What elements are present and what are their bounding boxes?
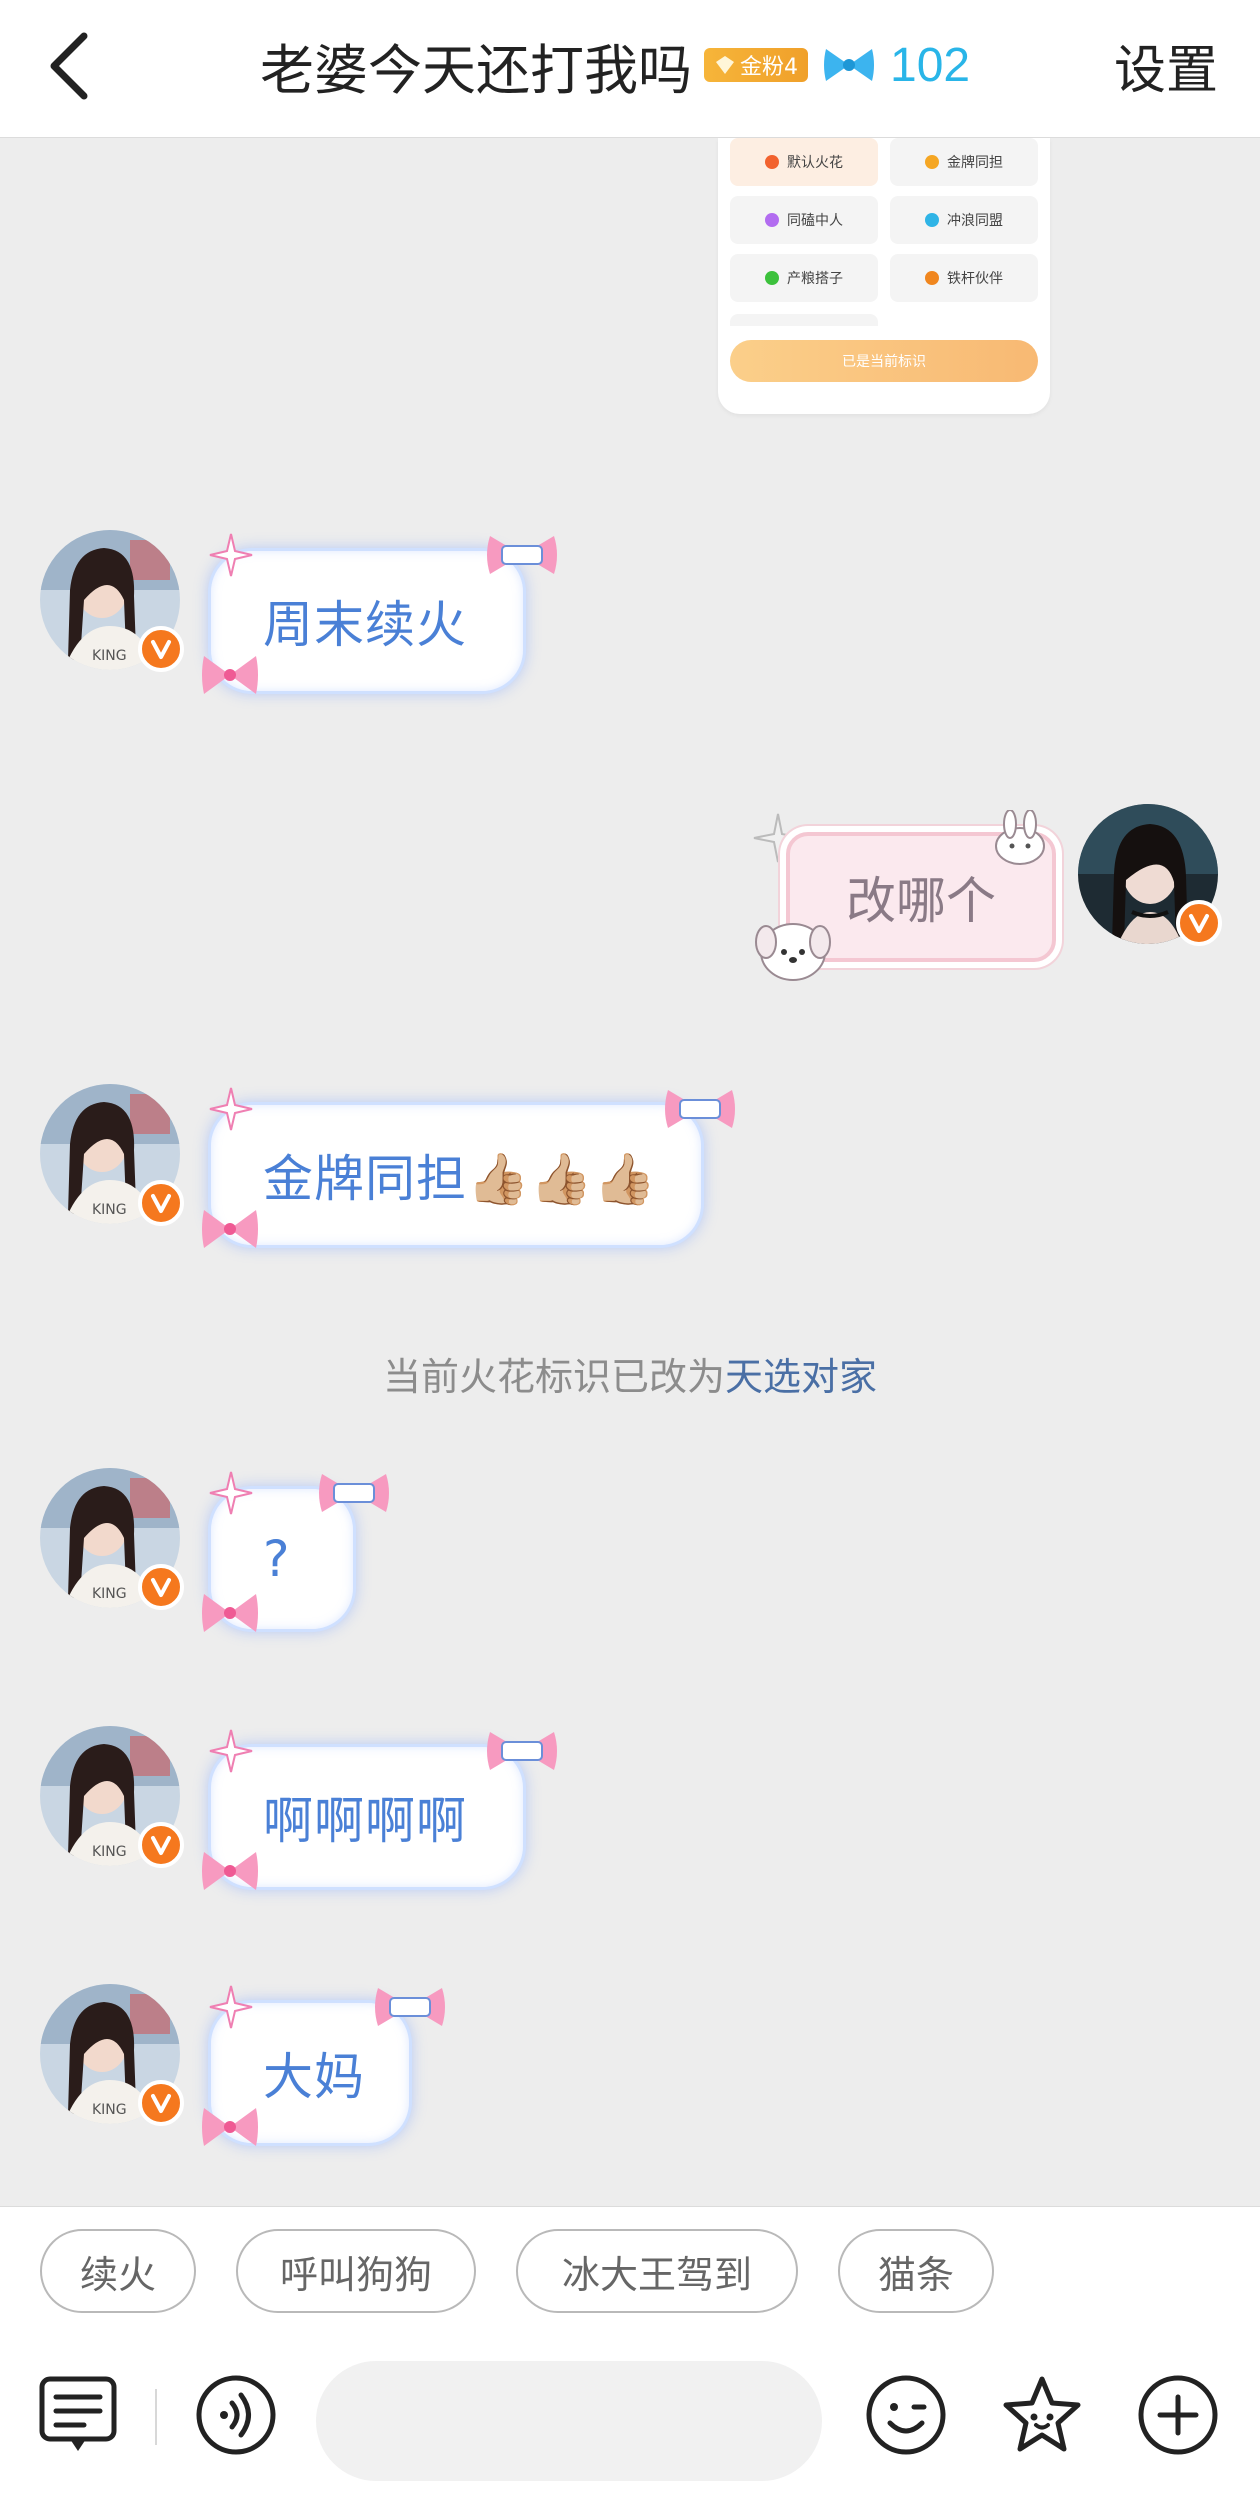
spark-option-partial [730, 314, 878, 326]
verified-badge [138, 1180, 184, 1226]
spark-option: 冲浪同盟 [890, 196, 1038, 244]
check-v-icon [151, 2094, 171, 2113]
ribbon-bow-icon [487, 536, 557, 574]
verified-badge [138, 626, 184, 672]
quick-reply-chip[interactable]: 猫条 [838, 2229, 994, 2313]
sparkle-icon [209, 533, 253, 577]
bow-icon [202, 1852, 258, 1890]
fire-dot-icon [925, 213, 939, 227]
chevron-left-icon [50, 32, 88, 100]
gem-icon [716, 56, 734, 74]
check-v-icon [151, 640, 171, 659]
spark-option: 铁杆伙伴 [890, 254, 1038, 302]
input-panel: 续火 呼叫狗狗 冰大王驾到 猫条 [0, 2206, 1260, 2506]
bow-icon [824, 49, 874, 81]
svg-text:KING: KING [92, 648, 127, 664]
ribbon-bow-icon [319, 1474, 389, 1512]
message-text: 大妈 [263, 2048, 365, 2106]
bow-icon [202, 1210, 258, 1248]
title-area: 老婆今天还打我吗 金粉4 102 [260, 20, 970, 110]
contact-avatar[interactable]: KING [40, 1726, 184, 1868]
sparkle-icon [209, 1087, 253, 1131]
sparkle-icon [209, 1729, 253, 1773]
message-text: 改哪个 [846, 872, 996, 930]
spark-option-label: 同磕中人 [787, 213, 843, 229]
system-notice: 当前火花标识已改为天选对家 [0, 1346, 1260, 1401]
contact-avatar[interactable]: KING [40, 1084, 184, 1226]
spark-option: 金牌同担 [890, 138, 1038, 186]
bunny-icon [995, 810, 1045, 865]
bow-icon [202, 656, 258, 694]
message-text: 金牌同担👍🏼👍🏼👍🏼 [263, 1150, 657, 1208]
fire-dot-icon [925, 155, 939, 169]
fire-dot-icon [765, 271, 779, 285]
message-text: 周末续火 [263, 596, 467, 654]
message-text: 啊啊啊啊 [263, 1792, 467, 1850]
verified-badge [138, 1564, 184, 1610]
spark-option: 产粮搭子 [730, 254, 878, 302]
message-input[interactable] [316, 2361, 822, 2481]
voice-icon[interactable] [194, 2373, 278, 2457]
chat-header: 老婆今天还打我吗 金粉4 102 设置 [0, 0, 1260, 138]
contact-avatar[interactable]: KING [40, 530, 184, 672]
my-avatar[interactable] [1078, 804, 1222, 946]
settings-button[interactable]: 设置 [1114, 28, 1218, 103]
contact-avatar[interactable]: KING [40, 1984, 184, 2126]
notepad-icon[interactable] [36, 2373, 120, 2457]
check-v-icon [1189, 914, 1209, 933]
spark-option-label: 金牌同担 [947, 155, 1003, 171]
spark-option: 默认火花 [730, 138, 878, 186]
quick-reply-chip[interactable]: 呼叫狗狗 [236, 2229, 476, 2313]
plus-icon[interactable] [1136, 2373, 1220, 2457]
svg-text:KING: KING [92, 1844, 127, 1860]
back-button[interactable] [40, 24, 104, 108]
sparkle-icon [209, 1471, 253, 1515]
message-bubble[interactable]: 金牌同担👍🏼👍🏼👍🏼 [208, 1102, 704, 1248]
quick-reply-chip[interactable]: 续火 [40, 2229, 196, 2313]
toolbar-divider [155, 2389, 157, 2445]
svg-text:KING: KING [92, 1202, 127, 1218]
check-v-icon [151, 1836, 171, 1855]
spark-option-label: 冲浪同盟 [947, 213, 1003, 229]
spark-option-label: 铁杆伙伴 [947, 271, 1003, 287]
quick-reply-chip[interactable]: 冰大王驾到 [516, 2229, 798, 2313]
system-notice-text: 当前火花标识已改为 [382, 1355, 725, 1399]
fan-level-label: 金粉4 [740, 55, 798, 80]
spark-option-label: 产粮搭子 [787, 271, 843, 287]
bow-icon [202, 1594, 258, 1632]
spark-count: 102 [890, 38, 971, 92]
bow-icon [202, 2108, 258, 2146]
svg-text:KING: KING [92, 2102, 127, 2118]
current-label-button: 已是当前标识 [730, 340, 1038, 382]
spark-option-label: 默认火花 [787, 155, 843, 171]
fire-dot-icon [765, 213, 779, 227]
svg-text:KING: KING [92, 1586, 127, 1602]
verified-badge [138, 1822, 184, 1868]
check-v-icon [151, 1578, 171, 1597]
sparkle-icon [209, 1985, 253, 2029]
ribbon-bow-icon [665, 1090, 735, 1128]
emoji-icon[interactable] [864, 2373, 948, 2457]
image-message[interactable]: 默认火花 金牌同担 同磕中人 冲浪同盟 产粮搭子 铁杆伙伴 已是当前标识 [718, 138, 1050, 414]
check-v-icon [151, 1194, 171, 1213]
verified-badge [1176, 900, 1222, 946]
contact-avatar[interactable]: KING [40, 1468, 184, 1610]
puppy-icon [755, 923, 831, 981]
spark-option: 同磕中人 [730, 196, 878, 244]
ribbon-bow-icon [487, 1732, 557, 1770]
fire-dot-icon [925, 271, 939, 285]
verified-badge [138, 2080, 184, 2126]
message-text: ? [263, 1530, 291, 1588]
fire-dot-icon [765, 155, 779, 169]
fan-level-badge[interactable]: 金粉4 [704, 48, 808, 82]
spark-label-grid: 默认火花 金牌同担 同磕中人 冲浪同盟 产粮搭子 铁杆伙伴 [730, 138, 1038, 302]
sticker-icon[interactable] [1000, 2373, 1084, 2457]
ribbon-bow-icon [375, 1988, 445, 2026]
chat-title: 老婆今天还打我吗 [260, 38, 692, 102]
spark-label-link[interactable]: 天选对家 [725, 1355, 877, 1399]
